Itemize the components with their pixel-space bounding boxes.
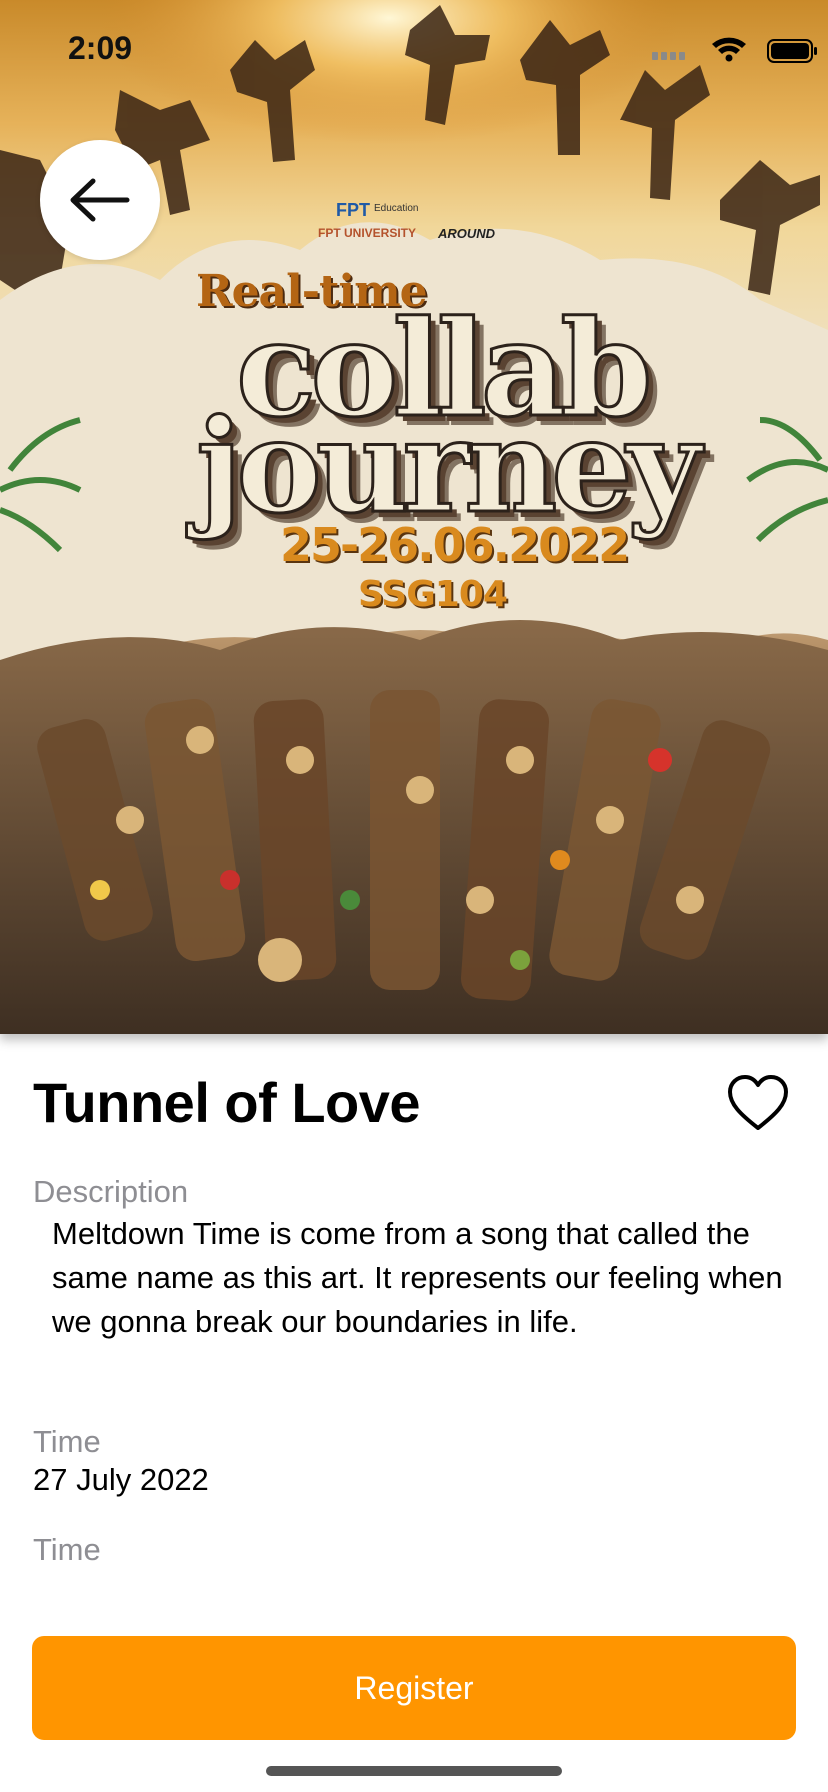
education-label: Education: [374, 203, 419, 214]
event-title: Tunnel of Love: [33, 1071, 421, 1134]
poster-room: SSG104: [358, 574, 508, 615]
status-bar: 2:09: [0, 0, 828, 98]
heart-outline-icon: [728, 1075, 788, 1130]
home-indicator: [266, 1766, 562, 1776]
clipped-scroll-row: [33, 1572, 793, 1580]
cellular-signal-icon: [652, 52, 685, 60]
fpt-university-label: FPT UNIVERSITY: [318, 226, 417, 240]
wifi-icon: [712, 37, 746, 62]
fpt-logo: FPT: [336, 200, 370, 220]
time-value: 27 July 2022: [33, 1462, 209, 1497]
back-button[interactable]: [40, 140, 160, 260]
favorite-button[interactable]: [726, 1074, 790, 1134]
status-icons: [628, 34, 828, 64]
status-time: 2:09: [68, 30, 133, 66]
battery-icon: [767, 39, 817, 63]
register-button[interactable]: Register: [32, 1636, 796, 1740]
poster-date: 25-26.06.2022: [280, 518, 630, 572]
poster-logos: FPT Education FPT UNIVERSITY AROUND: [318, 196, 498, 246]
description-text: Meltdown Time is come from a song that c…: [52, 1216, 783, 1339]
description-label: Description: [33, 1174, 189, 1209]
time-label: Time: [33, 1424, 101, 1459]
fpt-around-logo: AROUND: [438, 226, 496, 241]
time-label-2: Time: [33, 1532, 101, 1567]
arrow-left-icon: [70, 178, 130, 222]
